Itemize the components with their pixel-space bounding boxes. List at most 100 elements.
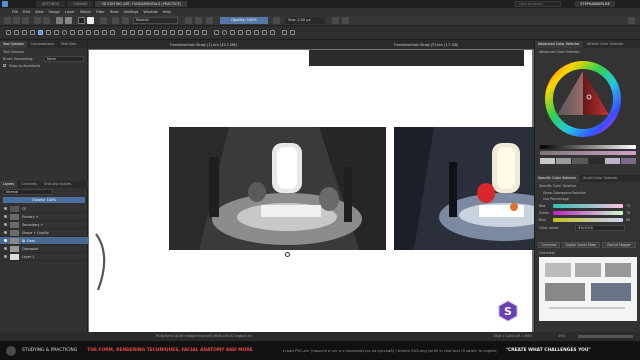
visibility-eye-icon[interactable] [4, 255, 7, 258]
ellipse-tool-icon[interactable] [62, 30, 67, 35]
measure-tool-icon[interactable] [194, 30, 199, 35]
assistant-tool-icon[interactable] [186, 30, 191, 35]
calligraphy-tool-icon[interactable] [30, 30, 35, 35]
keybind-search-field[interactable]: VIEW KEYBINDS [515, 1, 561, 7]
open-document-icon[interactable] [13, 17, 20, 24]
pan-tool-icon[interactable] [290, 30, 295, 35]
layer-blend-select[interactable]: Normal [3, 188, 53, 195]
workspace-icon[interactable] [628, 17, 635, 24]
freehand-path-tool-icon[interactable] [94, 30, 99, 35]
tab-task-sets[interactable]: Task Sets [58, 41, 80, 48]
layer-row[interactable]: Primary + [0, 213, 88, 221]
ellipse-select-tool-icon[interactable] [222, 30, 227, 35]
saturation-slider[interactable] [540, 151, 636, 155]
background-color-swatch[interactable] [87, 17, 94, 24]
visibility-eye-icon[interactable] [4, 247, 7, 250]
new-document-icon[interactable] [4, 17, 11, 24]
recent-color-swatch[interactable] [556, 158, 572, 164]
menu-select[interactable]: Select [80, 10, 91, 14]
text-tool-icon[interactable] [14, 30, 19, 35]
save-icon[interactable] [22, 17, 29, 24]
layer-opacity-slider[interactable]: Opacity: 100% [3, 197, 85, 203]
tab-gamut-mapper[interactable]: Gamut Mapper [602, 242, 636, 248]
blue-channel-slider[interactable] [553, 218, 623, 222]
opacity-slider[interactable]: Opacity: 100% [220, 17, 268, 24]
tab-artistic-color[interactable]: Artistic Color Selector [584, 41, 627, 48]
menu-edit[interactable]: Edit [23, 10, 30, 14]
show-colorspace-checkbox[interactable]: Show Colorspace Selector [543, 191, 586, 195]
document-tab[interactable]: Fundamentals Study (1).kra (43.2 MB) [170, 41, 237, 49]
menu-help[interactable]: Help [163, 10, 171, 14]
visibility-eye-icon[interactable] [4, 215, 7, 218]
similar-select-tool-icon[interactable] [254, 30, 259, 35]
tab-overview[interactable]: Overview [538, 242, 560, 248]
menu-filter[interactable]: Filter [96, 10, 105, 14]
tab-specific-color[interactable]: Specific Color Selector [535, 175, 580, 182]
fill-tool-icon[interactable] [178, 30, 183, 35]
multibrush-tool-icon[interactable] [110, 30, 115, 35]
freehand-select-tool-icon[interactable] [238, 30, 243, 35]
bezier-tool-icon[interactable] [86, 30, 91, 35]
zoom-tool-icon[interactable] [282, 30, 287, 35]
blend-mode-select[interactable]: Normal [133, 17, 178, 24]
brush-smoothing-select[interactable]: None [44, 55, 84, 62]
gradient-icon[interactable] [56, 17, 63, 24]
size-slider[interactable]: Size: 2.00 px [285, 17, 325, 24]
layer-row[interactable]: Shape + Qualify [0, 229, 88, 237]
color-sampler-tool-icon[interactable] [154, 30, 159, 35]
visibility-eye-icon[interactable] [4, 207, 7, 210]
green-channel-slider[interactable] [553, 211, 623, 215]
mirror-horizontal-icon[interactable] [332, 17, 339, 24]
layer-row[interactable]: Overpaint [0, 245, 88, 253]
green-value[interactable]: 70 [626, 211, 630, 215]
line-tool-icon[interactable] [46, 30, 51, 35]
foreground-color-swatch[interactable] [78, 17, 85, 24]
visibility-eye-icon[interactable] [4, 223, 7, 226]
tab-grid-guides[interactable]: Grid and Guides [41, 181, 74, 188]
tab-advanced-color[interactable]: Advanced Color Selector [535, 41, 583, 48]
tab-tool-options[interactable]: Tool Options [0, 41, 27, 48]
overview-thumbnail[interactable] [539, 257, 637, 321]
window-tab[interactable]: SETTINGS [36, 1, 66, 7]
mirror-vertical-icon[interactable] [342, 17, 349, 24]
zoom-slider[interactable] [578, 335, 633, 338]
layer-row[interactable]: CE [0, 205, 88, 213]
edit-shapes-tool-icon[interactable] [22, 30, 27, 35]
recent-color-swatch[interactable] [620, 158, 637, 164]
recent-color-swatch[interactable] [572, 158, 588, 164]
red-channel-slider[interactable] [553, 204, 623, 208]
brush-preset-icon[interactable] [112, 17, 119, 24]
contiguous-select-tool-icon[interactable] [246, 30, 251, 35]
value-slider[interactable] [540, 145, 636, 149]
select-shapes-tool-icon[interactable] [6, 30, 11, 35]
tab-layers[interactable]: Layers [0, 181, 18, 188]
menu-layer[interactable]: Layer [65, 10, 75, 14]
snap-checkbox[interactable] [3, 64, 6, 67]
rectangle-select-tool-icon[interactable] [214, 30, 219, 35]
layer-row[interactable]: Secondary + [0, 221, 88, 229]
brush-settings-icon[interactable] [122, 17, 129, 24]
recent-color-swatch[interactable] [604, 158, 620, 164]
blue-value[interactable]: 80 [626, 218, 630, 222]
tab-compositions[interactable]: Compositions [28, 41, 57, 48]
menu-image[interactable]: Image [49, 10, 60, 14]
reset-size-icon[interactable] [273, 17, 280, 24]
gradient-tool-icon[interactable] [146, 30, 151, 35]
red-value[interactable]: 75 [626, 204, 630, 208]
transform-tool-icon[interactable] [122, 30, 127, 35]
tab-channels[interactable]: Channels [18, 181, 40, 188]
layer-row[interactable]: Layer 1 [0, 253, 88, 261]
swap-colors-icon[interactable] [100, 17, 107, 24]
menu-tools[interactable]: Tools [110, 10, 119, 14]
window-tab[interactable]: CANVAS [67, 1, 94, 7]
rectangle-tool-icon[interactable] [54, 30, 59, 35]
reset-opacity-icon[interactable] [206, 17, 213, 24]
smart-patch-tool-icon[interactable] [170, 30, 175, 35]
move-tool-icon[interactable] [130, 30, 135, 35]
polygon-select-tool-icon[interactable] [230, 30, 235, 35]
colorize-mask-tool-icon[interactable] [162, 30, 167, 35]
user-badge[interactable]: STEPHANDEN.BE [575, 1, 615, 7]
recent-color-swatch[interactable] [588, 158, 604, 164]
dynamic-brush-tool-icon[interactable] [102, 30, 107, 35]
document-tab[interactable]: Fundamentals Study (P).kra (1.7 GB) [394, 41, 458, 49]
